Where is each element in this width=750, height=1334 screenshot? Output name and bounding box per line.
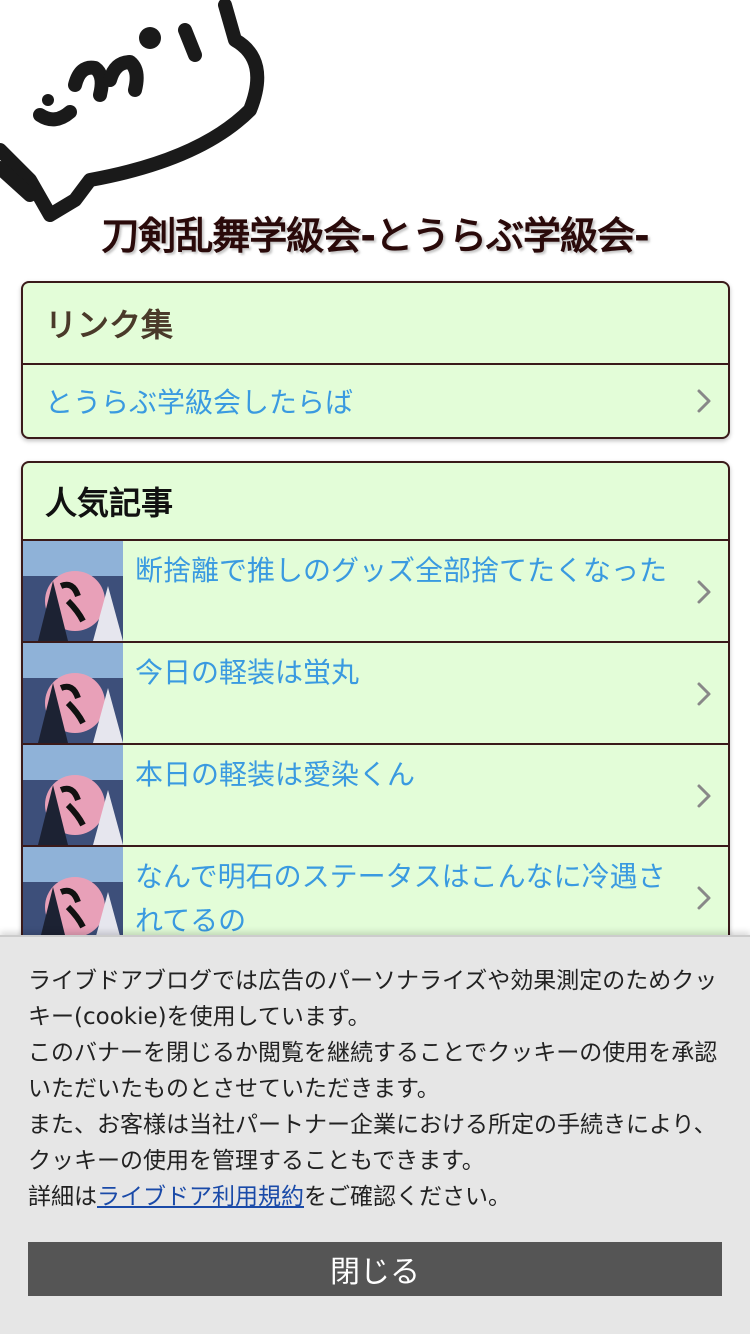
- article-title: 今日の軽装は蛍丸: [135, 656, 360, 689]
- article-item[interactable]: 今日の軽装は蛍丸: [23, 643, 728, 745]
- article-title: 断捨離で推しのグッズ全部捨てたくなった: [135, 554, 668, 587]
- cookie-text-line: ライブドアブログでは広告のパーソナライズや効果測定のためクッキー(cookie)…: [28, 968, 718, 1030]
- article-thumbnail: [23, 643, 123, 743]
- chevron-right-icon: [697, 389, 711, 413]
- article-thumbnail: [23, 541, 123, 641]
- article-item[interactable]: 断捨離で推しのグッズ全部捨てたくなった: [23, 541, 728, 643]
- article-item[interactable]: なんで明石のステータスはこんなに冷遇されてるの: [23, 847, 728, 949]
- cookie-detail-prefix: 詳細は: [28, 1184, 97, 1210]
- cookie-detail-line: 詳細はライブドア利用規約をご確認ください。: [28, 1179, 728, 1215]
- link-item-label: とうらぶ学級会したらば: [45, 386, 354, 419]
- cookie-text-line: また、お客様は当社パートナー企業における所定の手続きにより、クッキーの使用を管理…: [28, 1112, 717, 1174]
- article-title: なんで明石のステータスはこんなに冷遇されてるの: [135, 860, 666, 937]
- cookie-detail-suffix: をご確認ください。: [304, 1184, 511, 1210]
- close-button[interactable]: 閉じる: [28, 1242, 722, 1296]
- speech-bubble-doodle: [0, 0, 265, 222]
- site-title[interactable]: 刀剣乱舞学級会-とうらぶ学級会-: [0, 205, 750, 260]
- links-box: リンク集 とうらぶ学級会したらば: [21, 281, 730, 439]
- article-thumbnail: [23, 745, 123, 845]
- chevron-right-icon: [697, 580, 711, 604]
- terms-link[interactable]: ライブドア利用規約: [97, 1184, 304, 1210]
- links-heading: リンク集: [23, 283, 728, 365]
- chevron-right-icon: [697, 682, 711, 706]
- cookie-message: ライブドアブログでは広告のパーソナライズや効果測定のためクッキー(cookie)…: [28, 963, 728, 1215]
- popular-articles-box: 人気記事 断捨離で推しのグッズ全部捨てたくなった 今日の軽装は蛍丸 本日の軽装は…: [21, 461, 730, 981]
- article-thumbnail: [23, 847, 123, 947]
- chevron-right-icon: [697, 784, 711, 808]
- chevron-right-icon: [697, 886, 711, 910]
- cookie-text-line: このバナーを閉じるか閲覧を継続することでクッキーの使用を承認いただいたものとさせ…: [28, 1040, 718, 1102]
- article-item[interactable]: 本日の軽装は愛染くん: [23, 745, 728, 847]
- popular-heading: 人気記事: [23, 463, 728, 541]
- article-title: 本日の軽装は愛染くん: [135, 758, 416, 791]
- cookie-consent-banner: ライブドアブログでは広告のパーソナライズや効果測定のためクッキー(cookie)…: [0, 935, 750, 1334]
- link-item-shitaraba[interactable]: とうらぶ学級会したらば: [23, 365, 728, 437]
